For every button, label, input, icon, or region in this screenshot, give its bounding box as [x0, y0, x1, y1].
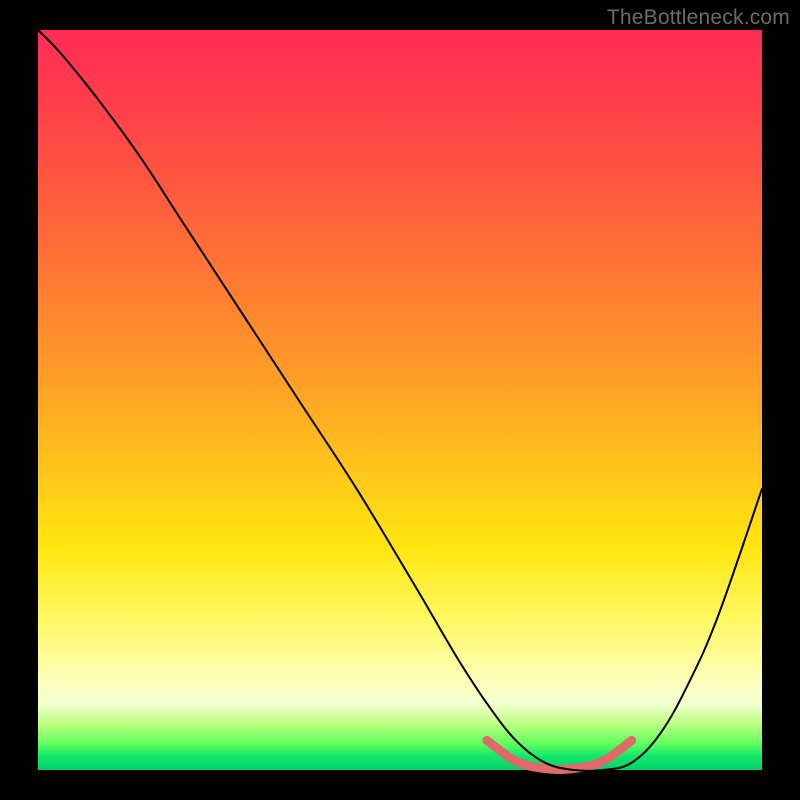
highlight-band: [487, 740, 632, 769]
curve-layer: [38, 30, 762, 770]
main-curve: [38, 30, 762, 771]
plot-area: [38, 30, 762, 770]
watermark-text: TheBottleneck.com: [607, 6, 790, 30]
chart-frame: TheBottleneck.com: [0, 0, 800, 800]
